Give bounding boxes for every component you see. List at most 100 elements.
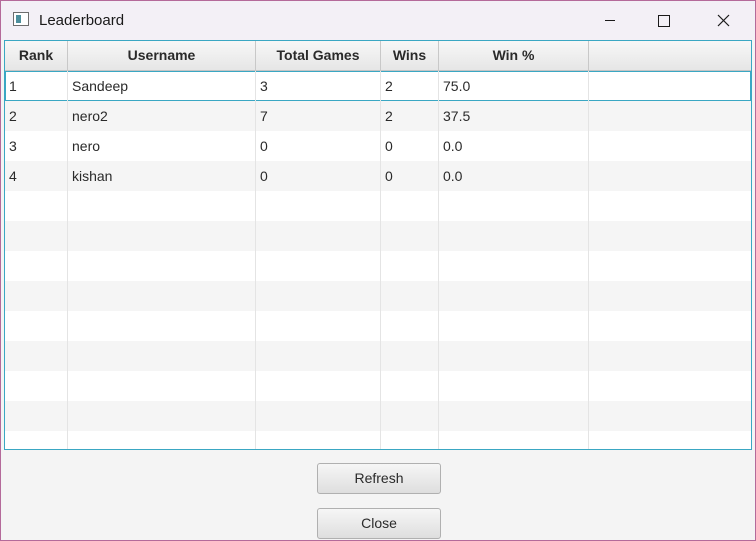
column-header-filler	[589, 41, 751, 70]
cell-win-pct: 0.0	[439, 131, 589, 161]
column-header-wins[interactable]: Wins	[381, 41, 439, 70]
cell-wins: 0	[381, 131, 439, 161]
empty-cell	[68, 191, 256, 221]
table-header: Rank Username Total Games Wins Win %	[5, 41, 751, 71]
table-row[interactable]: 1 Sandeep 3 2 75.0	[5, 71, 751, 101]
empty-cell	[439, 401, 589, 431]
empty-cell	[68, 431, 256, 449]
close-button[interactable]: Close	[317, 508, 441, 539]
empty-cell	[439, 221, 589, 251]
empty-cell	[381, 281, 439, 311]
leaderboard-window: Leaderboard Rank Username Total Games Wi…	[0, 0, 756, 541]
empty-cell	[381, 401, 439, 431]
empty-cell	[589, 431, 751, 449]
empty-cell	[68, 341, 256, 371]
empty-cell	[381, 341, 439, 371]
table-row[interactable]: 2 nero2 7 2 37.5	[5, 101, 751, 131]
column-header-rank[interactable]: Rank	[5, 41, 68, 70]
empty-cell	[589, 371, 751, 401]
empty-cell	[256, 221, 381, 251]
empty-cell	[439, 371, 589, 401]
empty-cell	[439, 311, 589, 341]
empty-cell	[589, 101, 751, 131]
refresh-button[interactable]: Refresh	[317, 463, 441, 494]
empty-cell	[5, 341, 68, 371]
minimize-icon	[605, 20, 615, 21]
empty-cell	[381, 221, 439, 251]
cell-username: kishan	[68, 161, 256, 191]
empty-cell	[381, 191, 439, 221]
empty-cell	[68, 251, 256, 281]
cell-username: nero	[68, 131, 256, 161]
empty-cell	[381, 251, 439, 281]
column-header-total-games[interactable]: Total Games	[256, 41, 381, 70]
cell-rank: 3	[5, 131, 68, 161]
cell-rank: 1	[5, 71, 68, 101]
empty-cell	[5, 221, 68, 251]
empty-cell	[381, 371, 439, 401]
empty-cell	[5, 401, 68, 431]
leaderboard-table[interactable]: Rank Username Total Games Wins Win % 1 Sa…	[4, 40, 752, 450]
empty-table-row	[5, 431, 751, 449]
empty-cell	[5, 191, 68, 221]
table-body: 1 Sandeep 3 2 75.0 2 nero2 7 2 37.5 3 nero 0 0 0.0 4 kis…	[5, 71, 751, 449]
empty-cell	[589, 251, 751, 281]
empty-cell	[439, 281, 589, 311]
empty-cell	[589, 281, 751, 311]
empty-cell	[256, 251, 381, 281]
cell-wins: 2	[381, 101, 439, 131]
empty-cell	[256, 311, 381, 341]
empty-cell	[589, 341, 751, 371]
maximize-icon	[658, 15, 670, 27]
close-icon	[717, 14, 730, 27]
table-row[interactable]: 3 nero 0 0 0.0	[5, 131, 751, 161]
empty-cell	[256, 341, 381, 371]
empty-cell	[5, 281, 68, 311]
empty-cell	[68, 311, 256, 341]
empty-table-row	[5, 191, 751, 221]
empty-table-row	[5, 281, 751, 311]
empty-cell	[5, 431, 68, 449]
cell-total-games: 7	[256, 101, 381, 131]
empty-table-row	[5, 371, 751, 401]
cell-total-games: 0	[256, 131, 381, 161]
empty-cell	[5, 251, 68, 281]
empty-cell	[256, 371, 381, 401]
cell-win-pct: 0.0	[439, 161, 589, 191]
empty-table-row	[5, 221, 751, 251]
minimize-button[interactable]	[587, 1, 633, 40]
empty-cell	[589, 311, 751, 341]
empty-cell	[439, 341, 589, 371]
empty-cell	[68, 221, 256, 251]
table-row[interactable]: 4 kishan 0 0 0.0	[5, 161, 751, 191]
empty-cell	[256, 281, 381, 311]
empty-cell	[589, 161, 751, 191]
empty-cell	[256, 191, 381, 221]
empty-cell	[589, 71, 751, 101]
column-header-username[interactable]: Username	[68, 41, 256, 70]
empty-cell	[439, 251, 589, 281]
cell-username: Sandeep	[68, 71, 256, 101]
empty-table-row	[5, 341, 751, 371]
empty-table-row	[5, 401, 751, 431]
close-window-button[interactable]	[701, 1, 747, 40]
cell-win-pct: 37.5	[439, 101, 589, 131]
column-header-win-pct[interactable]: Win %	[439, 41, 589, 70]
empty-cell	[5, 371, 68, 401]
empty-cell	[5, 311, 68, 341]
empty-cell	[68, 401, 256, 431]
cell-total-games: 0	[256, 161, 381, 191]
empty-cell	[256, 431, 381, 449]
window-title: Leaderboard	[39, 12, 125, 29]
cell-rank: 4	[5, 161, 68, 191]
maximize-button[interactable]	[641, 1, 687, 40]
empty-table-row	[5, 311, 751, 341]
empty-cell	[589, 131, 751, 161]
title-bar[interactable]: Leaderboard	[1, 1, 755, 40]
empty-cell	[589, 221, 751, 251]
empty-cell	[589, 401, 751, 431]
app-icon	[13, 12, 29, 26]
empty-cell	[381, 431, 439, 449]
cell-wins: 0	[381, 161, 439, 191]
cell-wins: 2	[381, 71, 439, 101]
